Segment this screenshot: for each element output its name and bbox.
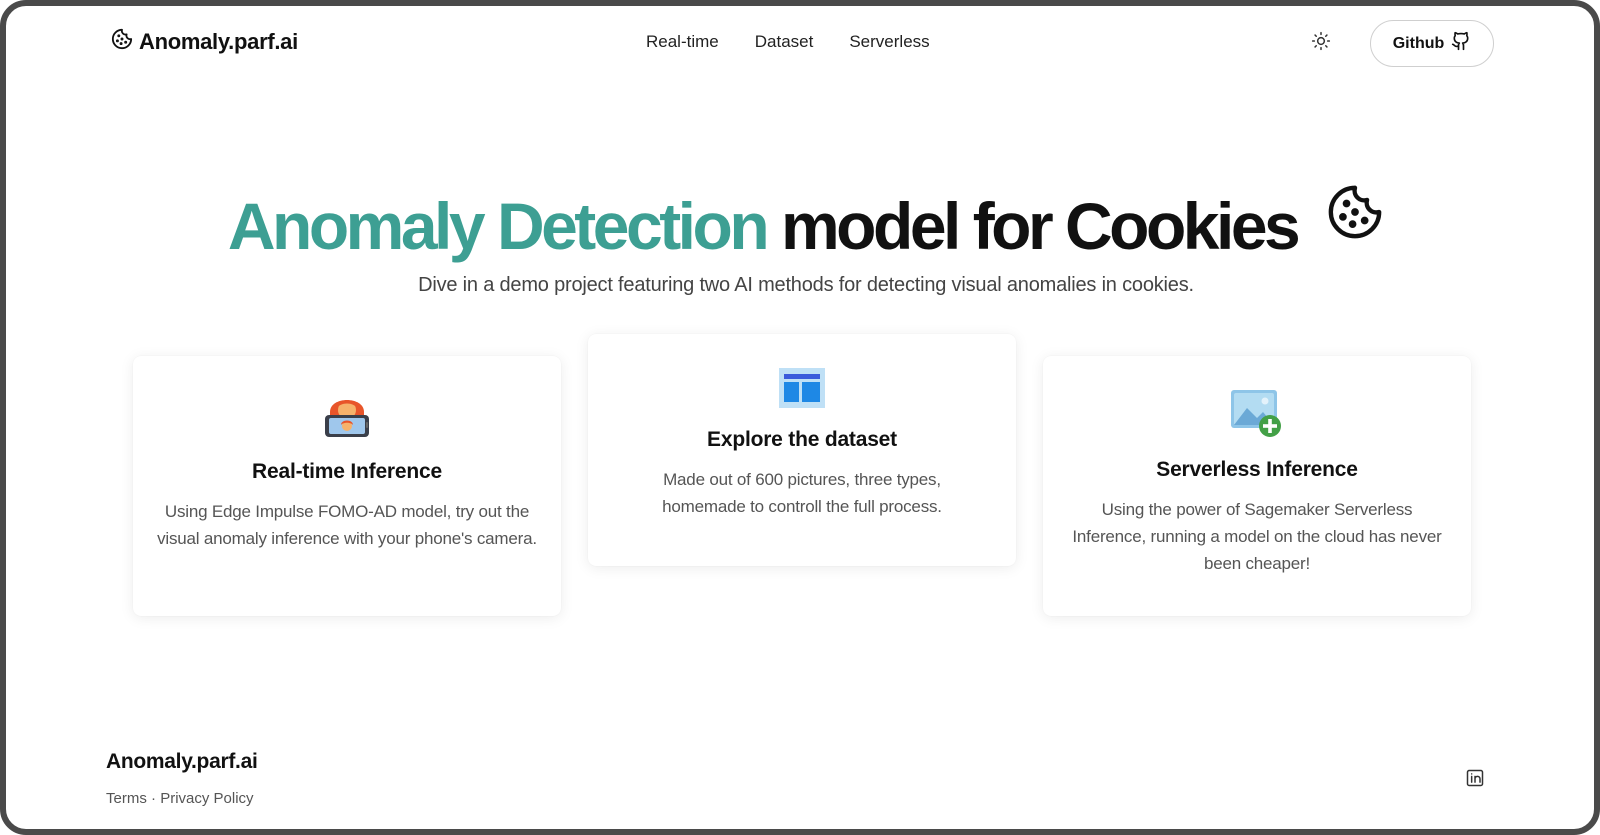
card-description: Using the power of Sagemaker Serverless …	[1072, 500, 1442, 573]
nav-link-dataset[interactable]: Dataset	[755, 32, 814, 52]
hero-subtitle: Dive in a demo project featuring two AI …	[418, 274, 1194, 296]
card-title: Real-time Inference	[252, 460, 442, 483]
card-real-time-inference[interactable]: Real-time Inference Using Edge Impulse F…	[133, 356, 561, 616]
hero-title-rest: model for Cookies	[781, 189, 1301, 263]
logo-text: Anomaly.parf.ai	[139, 28, 298, 54]
browser-frame: Anomaly.parf.ai Real-time Dataset Server…	[0, 0, 1600, 835]
card-title: Serverless Inference	[1156, 458, 1358, 481]
privacy-policy-link[interactable]: Privacy Policy	[160, 790, 253, 807]
github-label: Github	[1392, 34, 1445, 52]
hero-title: Anomaly Detection model for Cookies	[6, 185, 1594, 266]
cookie-icon	[1326, 178, 1384, 258]
card-explore-dataset[interactable]: Explore the dataset Made out of 600 pict…	[588, 334, 1016, 566]
add-image-icon	[1043, 388, 1471, 438]
nav-link-serverless[interactable]: Serverless	[849, 32, 929, 52]
card-title: Explore the dataset	[707, 428, 897, 451]
card-description: Using Edge Impulse FOMO-AD model, try ou…	[157, 502, 537, 548]
sun-icon	[1311, 31, 1331, 56]
person-phone-icon	[133, 388, 561, 440]
linkedin-icon[interactable]	[1465, 768, 1485, 788]
github-icon	[1451, 31, 1471, 56]
main-nav: Real-time Dataset Serverless	[646, 32, 930, 52]
footer-links: Terms · Privacy Policy	[106, 790, 254, 807]
hero-title-accent: Anomaly Detection	[227, 189, 770, 263]
footer-brand: Anomaly.parf.ai	[106, 750, 258, 773]
nav-link-real-time[interactable]: Real-time	[646, 32, 719, 52]
terms-link[interactable]: Terms	[106, 790, 147, 807]
logo[interactable]: Anomaly.parf.ai	[111, 28, 298, 55]
dataset-table-icon	[588, 368, 1016, 408]
footer-separator: ·	[151, 790, 157, 807]
github-button[interactable]: Github	[1370, 20, 1494, 67]
theme-toggle-button[interactable]	[1309, 31, 1333, 55]
card-description: Made out of 600 pictures, three types, h…	[662, 470, 942, 516]
card-serverless-inference[interactable]: Serverless Inference Using the power of …	[1043, 356, 1471, 616]
cookie-icon	[111, 28, 133, 55]
